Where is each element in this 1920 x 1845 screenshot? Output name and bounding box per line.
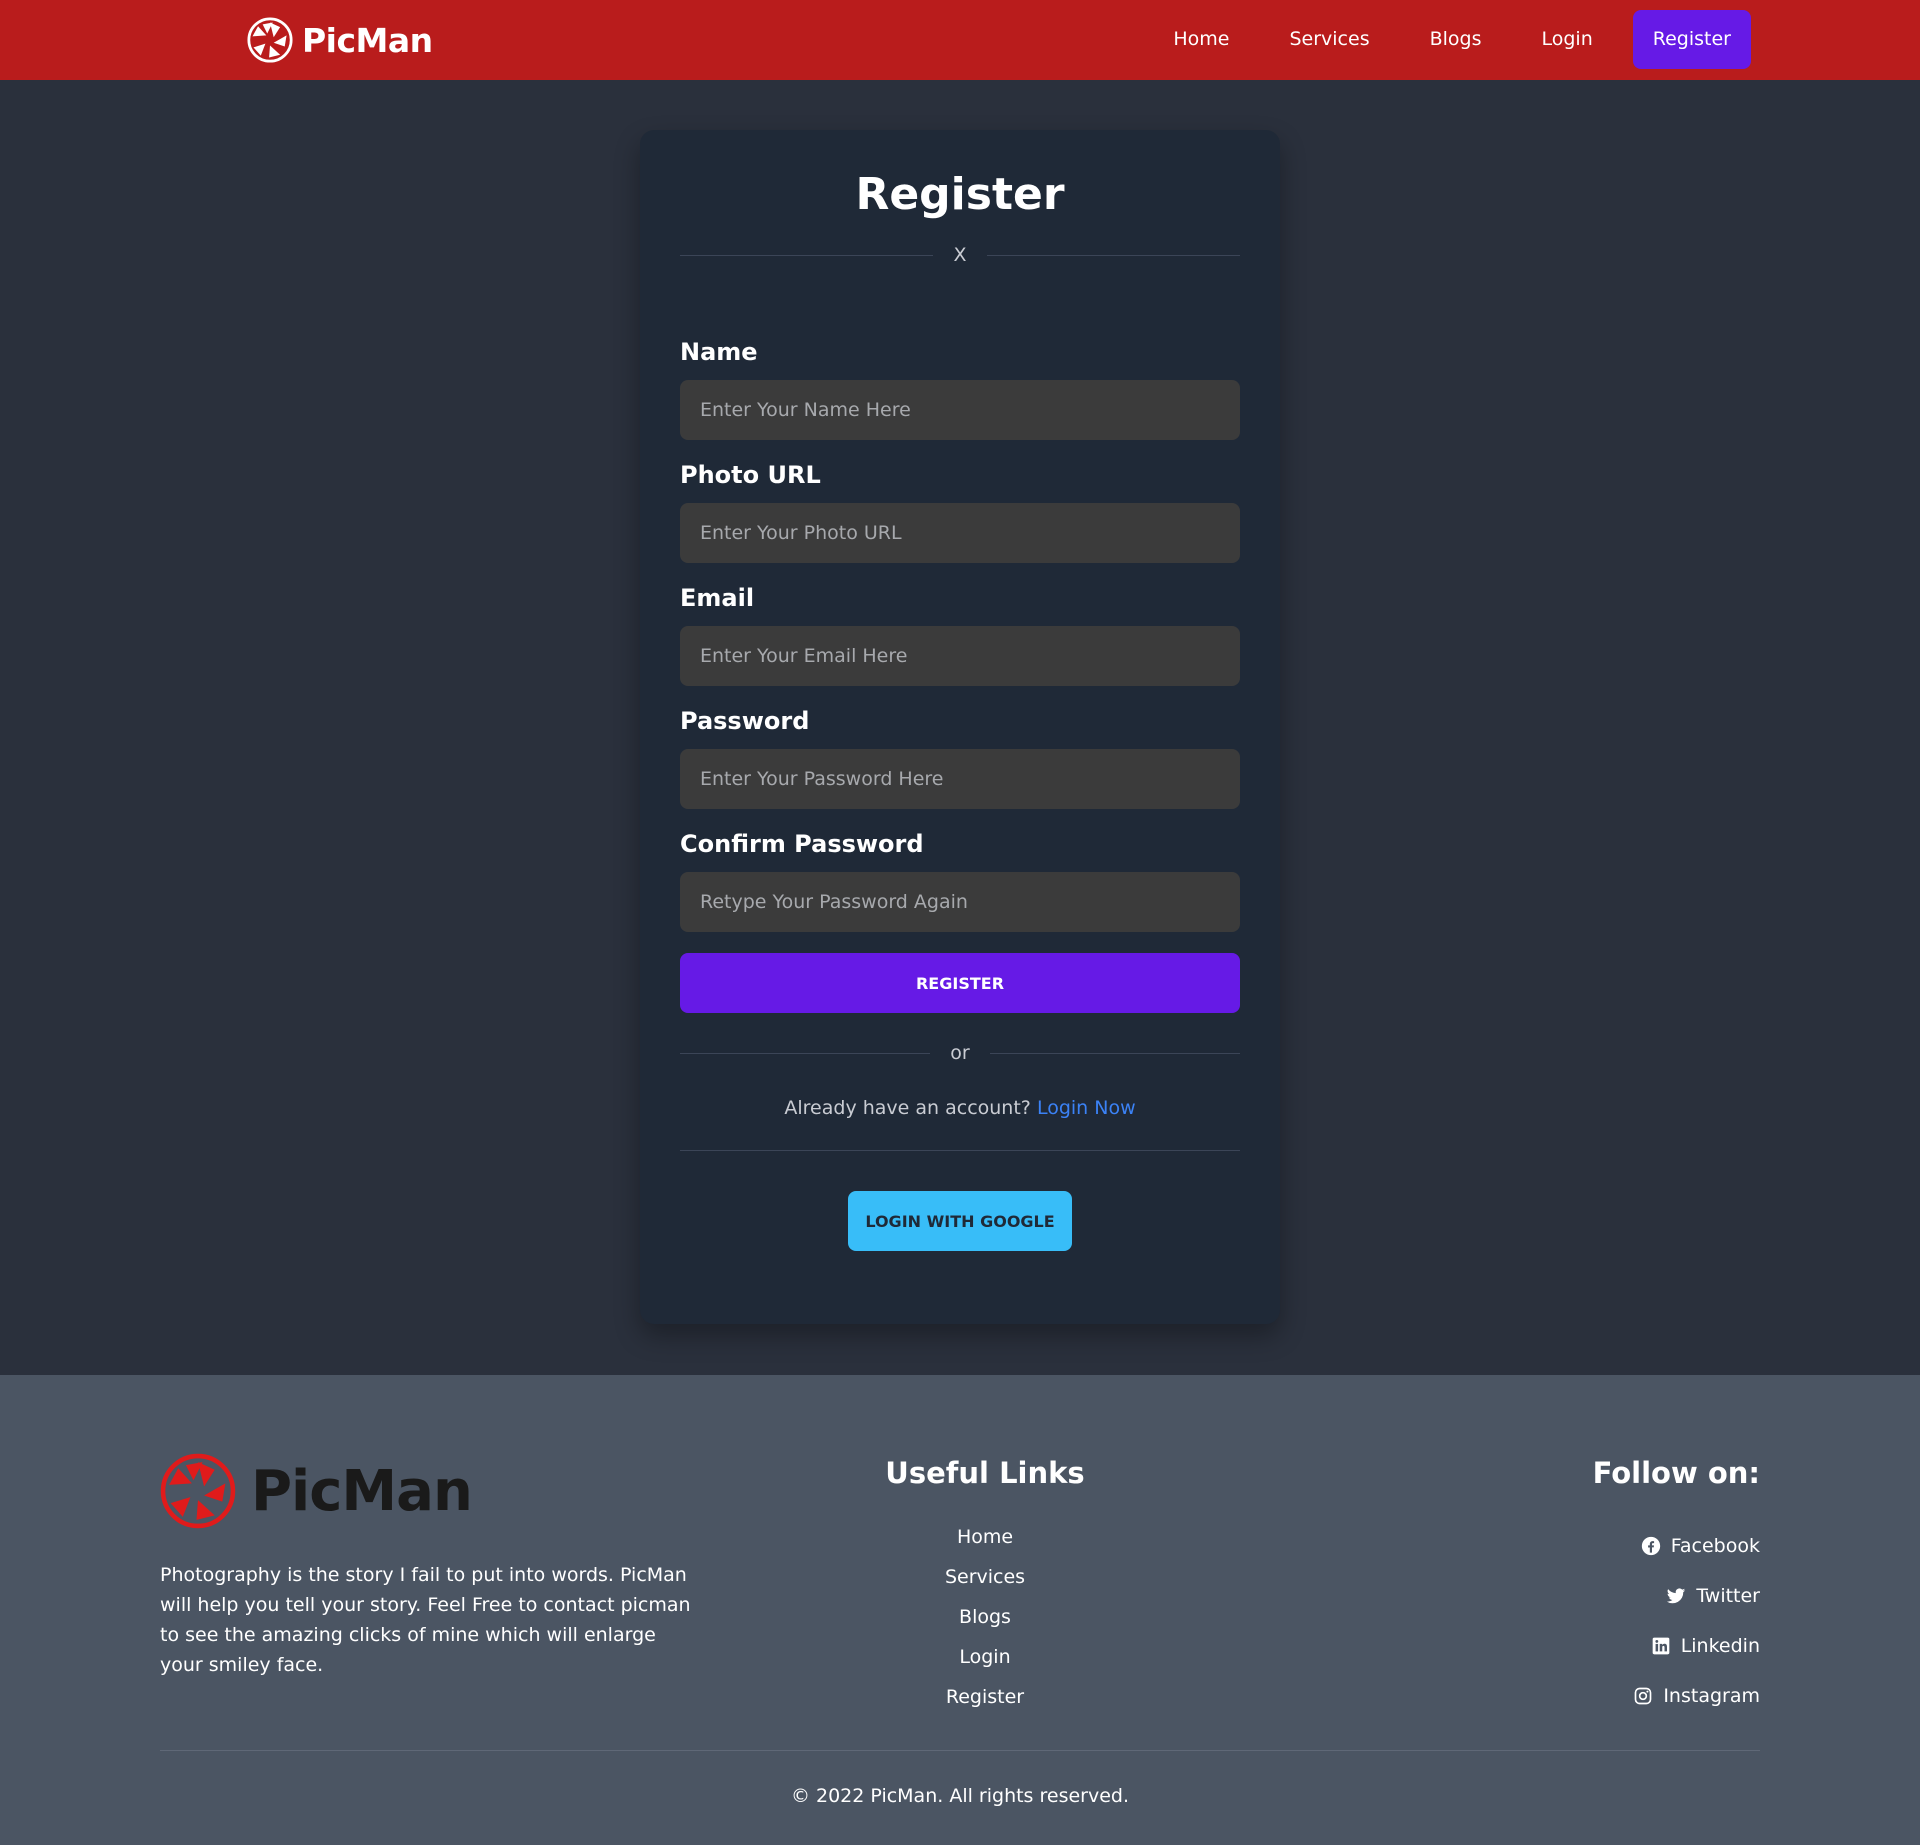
linkedin-icon bbox=[1652, 1637, 1670, 1655]
social-label: Linkedin bbox=[1680, 1635, 1760, 1657]
email-label: Email bbox=[680, 584, 755, 612]
social-label: Facebook bbox=[1670, 1535, 1760, 1557]
login-now-link[interactable]: Login Now bbox=[1037, 1097, 1136, 1119]
social-linkedin[interactable]: Linkedin bbox=[1593, 1621, 1760, 1671]
nav-links: Home Services Blogs Login Register bbox=[1133, 10, 1751, 69]
useful-links: Useful Links Home Services Blogs Login R… bbox=[880, 1455, 1090, 1717]
facebook-icon bbox=[1641, 1536, 1660, 1556]
or-divider: or bbox=[680, 1038, 1240, 1068]
nav-login[interactable]: Login bbox=[1522, 10, 1613, 69]
navbar: PicMan Home Services Blogs Login Registe… bbox=[0, 0, 1920, 80]
login-prompt: Already have an account? Login Now bbox=[680, 1093, 1240, 1123]
footer-link-login[interactable]: Login bbox=[880, 1637, 1090, 1677]
footer-link-home[interactable]: Home bbox=[880, 1517, 1090, 1557]
twitter-icon bbox=[1667, 1588, 1686, 1604]
divider-mark: X bbox=[953, 244, 967, 266]
register-form: Name Photo URL Email Password Confirm Pa… bbox=[680, 338, 1240, 1013]
footer-brand[interactable]: PicMan bbox=[160, 1453, 473, 1529]
password-label: Password bbox=[680, 707, 810, 735]
footer-description: Photography is the story I fail to put i… bbox=[160, 1564, 691, 1676]
footer-divider bbox=[160, 1750, 1760, 1751]
brand[interactable]: PicMan bbox=[247, 17, 433, 63]
social-list: Facebook Twitter Linkedin Instagram bbox=[1593, 1521, 1760, 1721]
google-divider bbox=[680, 1150, 1240, 1151]
password-input[interactable] bbox=[680, 749, 1240, 809]
useful-links-title: Useful Links bbox=[885, 1456, 1085, 1490]
nav-services[interactable]: Services bbox=[1269, 10, 1389, 69]
social-instagram[interactable]: Instagram bbox=[1593, 1671, 1760, 1721]
nav-register[interactable]: Register bbox=[1632, 10, 1751, 69]
social-label: Twitter bbox=[1696, 1585, 1760, 1607]
password-field-group: Password bbox=[680, 707, 1240, 809]
confirm-password-field-group: Confirm Password bbox=[680, 830, 1240, 932]
main: Register X Name Photo URL Email Password bbox=[0, 80, 1920, 1375]
email-input[interactable] bbox=[680, 626, 1240, 686]
photo-url-input[interactable] bbox=[680, 503, 1240, 563]
name-label: Name bbox=[680, 338, 758, 366]
brand-name: PicMan bbox=[302, 20, 433, 60]
instagram-icon bbox=[1634, 1687, 1652, 1705]
name-input[interactable] bbox=[680, 380, 1240, 440]
follow-title: Follow on: bbox=[1592, 1456, 1760, 1490]
footer-brand-name: PicMan bbox=[251, 1458, 473, 1524]
register-card: Register X Name Photo URL Email Password bbox=[640, 130, 1280, 1324]
aperture-logo-icon bbox=[160, 1453, 236, 1529]
page-title: Register bbox=[855, 169, 1065, 220]
footer-link-register[interactable]: Register bbox=[880, 1677, 1090, 1717]
photo-url-field-group: Photo URL bbox=[680, 461, 1240, 563]
follow-on: Follow on: Facebook Twitter Linkedin Ins… bbox=[1593, 1455, 1760, 1721]
google-login-button[interactable]: LOGIN WITH GOOGLE bbox=[848, 1191, 1072, 1251]
email-field-group: Email bbox=[680, 584, 1240, 686]
social-twitter[interactable]: Twitter bbox=[1593, 1571, 1760, 1621]
login-prompt-text: Already have an account? bbox=[784, 1097, 1037, 1119]
name-field-group: Name bbox=[680, 338, 1240, 440]
confirm-password-input[interactable] bbox=[680, 872, 1240, 932]
or-label: or bbox=[950, 1042, 970, 1064]
nav-home[interactable]: Home bbox=[1153, 10, 1249, 69]
copyright: © 2022 PicMan. All rights reserved. bbox=[790, 1785, 1130, 1807]
social-facebook[interactable]: Facebook bbox=[1593, 1521, 1760, 1571]
social-label: Instagram bbox=[1663, 1685, 1760, 1707]
useful-links-list: Home Services Blogs Login Register bbox=[880, 1517, 1090, 1717]
footer: PicMan Photography is the story I fail t… bbox=[0, 1375, 1920, 1845]
nav-blogs[interactable]: Blogs bbox=[1410, 10, 1502, 69]
photo-url-label: Photo URL bbox=[680, 461, 821, 489]
footer-link-services[interactable]: Services bbox=[880, 1557, 1090, 1597]
footer-link-blogs[interactable]: Blogs bbox=[880, 1597, 1090, 1637]
register-button[interactable]: REGISTER bbox=[680, 953, 1240, 1013]
aperture-logo-icon bbox=[247, 17, 293, 63]
confirm-password-label: Confirm Password bbox=[680, 830, 924, 858]
title-divider: X bbox=[680, 240, 1240, 270]
